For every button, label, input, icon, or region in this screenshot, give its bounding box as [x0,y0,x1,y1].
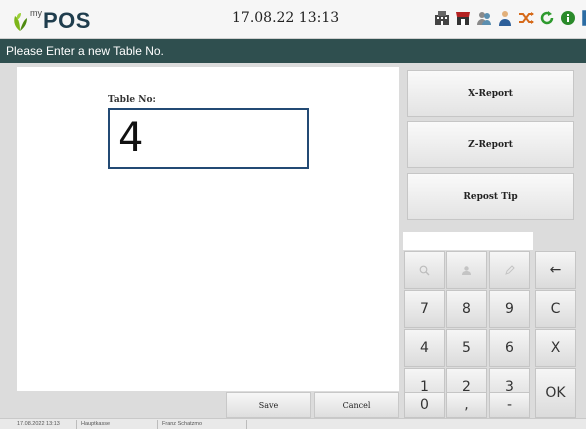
clear-key[interactable]: C [535,290,576,328]
cancel-button[interactable]: Cancel [314,392,399,418]
cancel-x-key[interactable]: X [535,329,576,367]
key-0[interactable]: 0 [404,392,445,418]
refresh-icon[interactable] [538,7,556,29]
z-report-button[interactable]: Z-Report [407,121,574,168]
status-bar: 17.08.2022 13:13 Hauptkasse Franz Schatz… [0,418,586,429]
table-no-input[interactable]: 4 [108,108,309,169]
window-icon[interactable] [580,7,586,29]
key-minus[interactable]: - [489,392,530,418]
top-header: my POS 17.08.22 13:13 [0,0,586,39]
key-comma[interactable]: , [446,392,487,418]
table-entry-panel: Table No: 4 [17,67,399,391]
search-icon [419,265,430,275]
edit-icon [505,264,515,275]
key-5[interactable]: 5 [446,329,487,367]
dialog-title-bar: Please Enter a new Table No. [0,39,586,63]
repost-tip-button[interactable]: Repost Tip [407,173,574,220]
person-icon [462,265,471,275]
edit-key[interactable] [489,251,530,289]
logo-pos-text: POS [43,8,91,33]
leaf-logo-icon [14,13,27,31]
backspace-key[interactable]: ← [535,251,576,289]
table-no-label: Table No: [108,95,156,105]
logo-my-text: my [30,8,42,18]
key-6[interactable]: 6 [489,329,530,367]
save-button[interactable]: Save [226,392,311,418]
app-logo: my POS [12,6,91,32]
x-report-button[interactable]: X-Report [407,70,574,117]
users-icon[interactable] [475,7,493,29]
person-key[interactable] [446,251,487,289]
user-icon[interactable] [496,7,514,29]
keypad-display [403,232,533,250]
key-4[interactable]: 4 [404,329,445,367]
key-7[interactable]: 7 [404,290,445,328]
search-key[interactable] [404,251,445,289]
header-icon-bar [433,7,586,29]
key-8[interactable]: 8 [446,290,487,328]
building-icon[interactable] [433,7,451,29]
shop-icon[interactable] [454,7,472,29]
info-icon[interactable] [559,7,577,29]
header-datetime: 17.08.22 13:13 [232,10,340,26]
key-9[interactable]: 9 [489,290,530,328]
shuffle-icon[interactable] [517,7,535,29]
ok-key[interactable]: OK [535,368,576,418]
